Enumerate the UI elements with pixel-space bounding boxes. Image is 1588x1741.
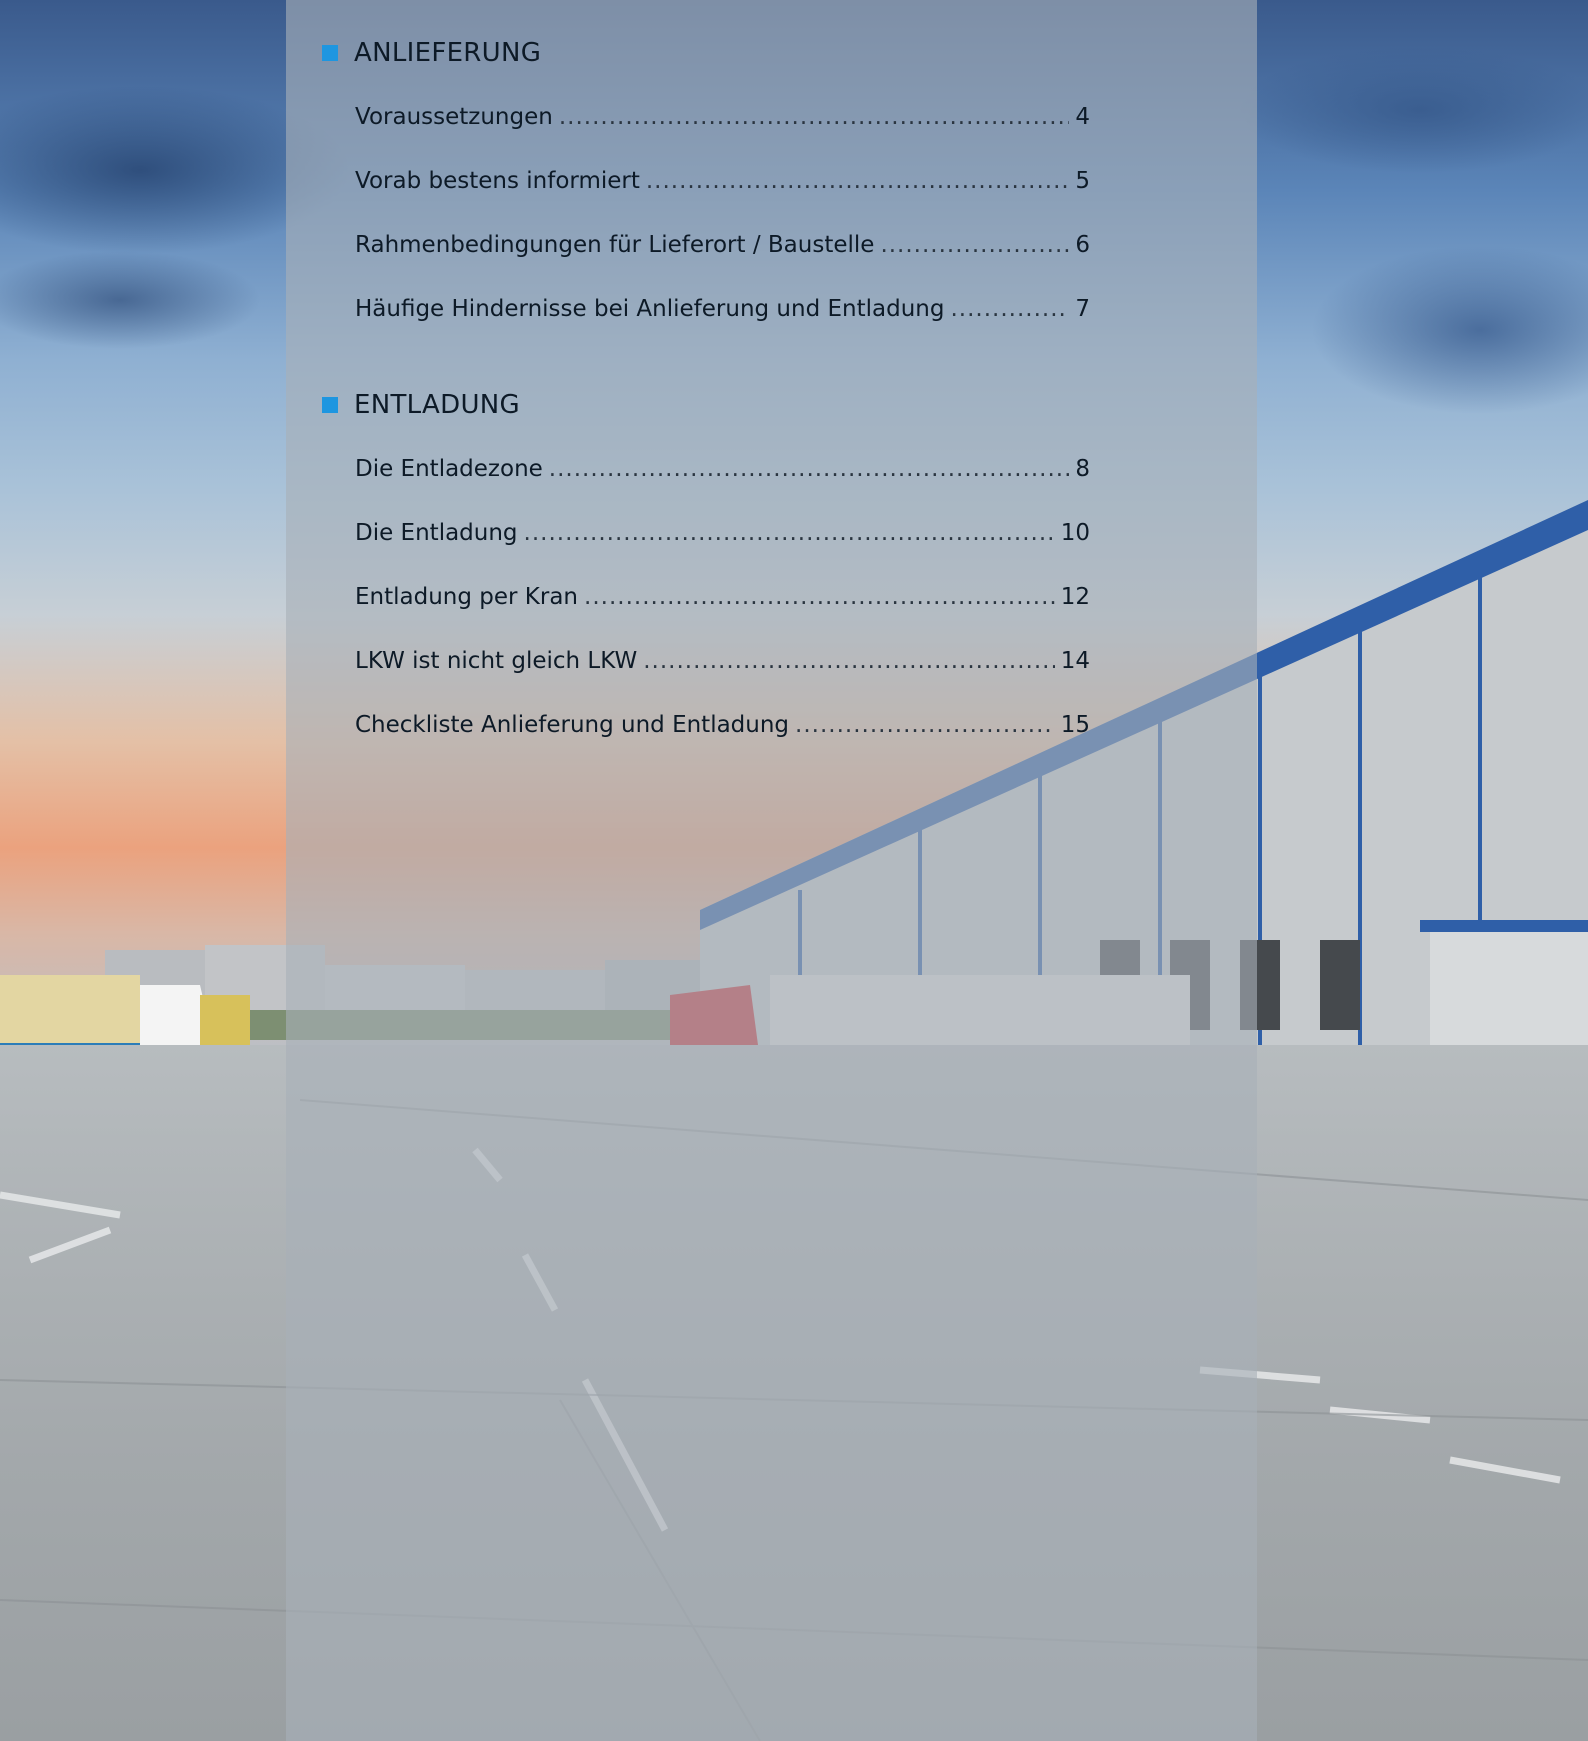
toc-entry-page: 8 [1075,456,1090,482]
toc-entry-title: Checkliste Anlieferung und Entladung [355,712,790,738]
toc-entry[interactable]: Entladung per Kran 12 [355,584,1090,618]
toc-entry-page: 6 [1075,232,1090,258]
dot-leader [880,232,1069,258]
section-heading-text: ENTLADUNG [354,390,520,420]
toc-entry[interactable]: Checkliste Anlieferung und Entladung 15 [355,712,1090,746]
dot-leader [950,296,1069,322]
square-bullet-icon [322,45,338,61]
toc-entry-title: Vorab bestens informiert [355,168,640,194]
toc-entry-title: LKW ist nicht gleich LKW [355,648,638,674]
toc-entry[interactable]: Rahmenbedingungen für Lieferort / Bauste… [355,232,1090,266]
toc-entry[interactable]: LKW ist nicht gleich LKW 14 [355,648,1090,682]
toc-entry-page: 7 [1075,296,1090,322]
toc-entry-title: Voraussetzungen [355,104,553,130]
toc-entry-title: Die Entladezone [355,456,543,482]
section-heading-entladung: ENTLADUNG [322,390,520,420]
toc-entry-page: 4 [1075,104,1090,130]
toc-entry[interactable]: Die Entladezone 8 [355,456,1090,490]
toc-entry-page: 5 [1075,168,1090,194]
toc-entry[interactable]: Vorab bestens informiert 5 [355,168,1090,202]
toc-entry[interactable]: Häufige Hindernisse bei Anlieferung und … [355,296,1090,330]
dot-leader [549,456,1070,482]
toc-entry-page: 12 [1060,584,1090,610]
toc-entry-title: Rahmenbedingungen für Lieferort / Bauste… [355,232,875,258]
dot-leader [524,520,1055,546]
toc-entry-page: 14 [1060,648,1090,674]
toc-entry[interactable]: Voraussetzungen 4 [355,104,1090,138]
section-heading-text: ANLIEFERUNG [354,38,542,68]
toc-entry-title: Entladung per Kran [355,584,579,610]
dot-leader [795,712,1055,738]
toc-entry-title: Die Entladung [355,520,518,546]
toc-entry-page: 15 [1060,712,1090,738]
section-heading-anlieferung: ANLIEFERUNG [322,38,541,68]
dot-leader [584,584,1055,610]
table-of-contents: ANLIEFERUNG Voraussetzungen 4 Vorab best… [0,0,1588,1741]
square-bullet-icon [322,397,338,413]
dot-leader [559,104,1070,130]
toc-entry-title: Häufige Hindernisse bei Anlieferung und … [355,296,945,322]
toc-entry-page: 10 [1060,520,1090,546]
dot-leader [646,168,1069,194]
toc-entry[interactable]: Die Entladung 10 [355,520,1090,554]
dot-leader [643,648,1054,674]
